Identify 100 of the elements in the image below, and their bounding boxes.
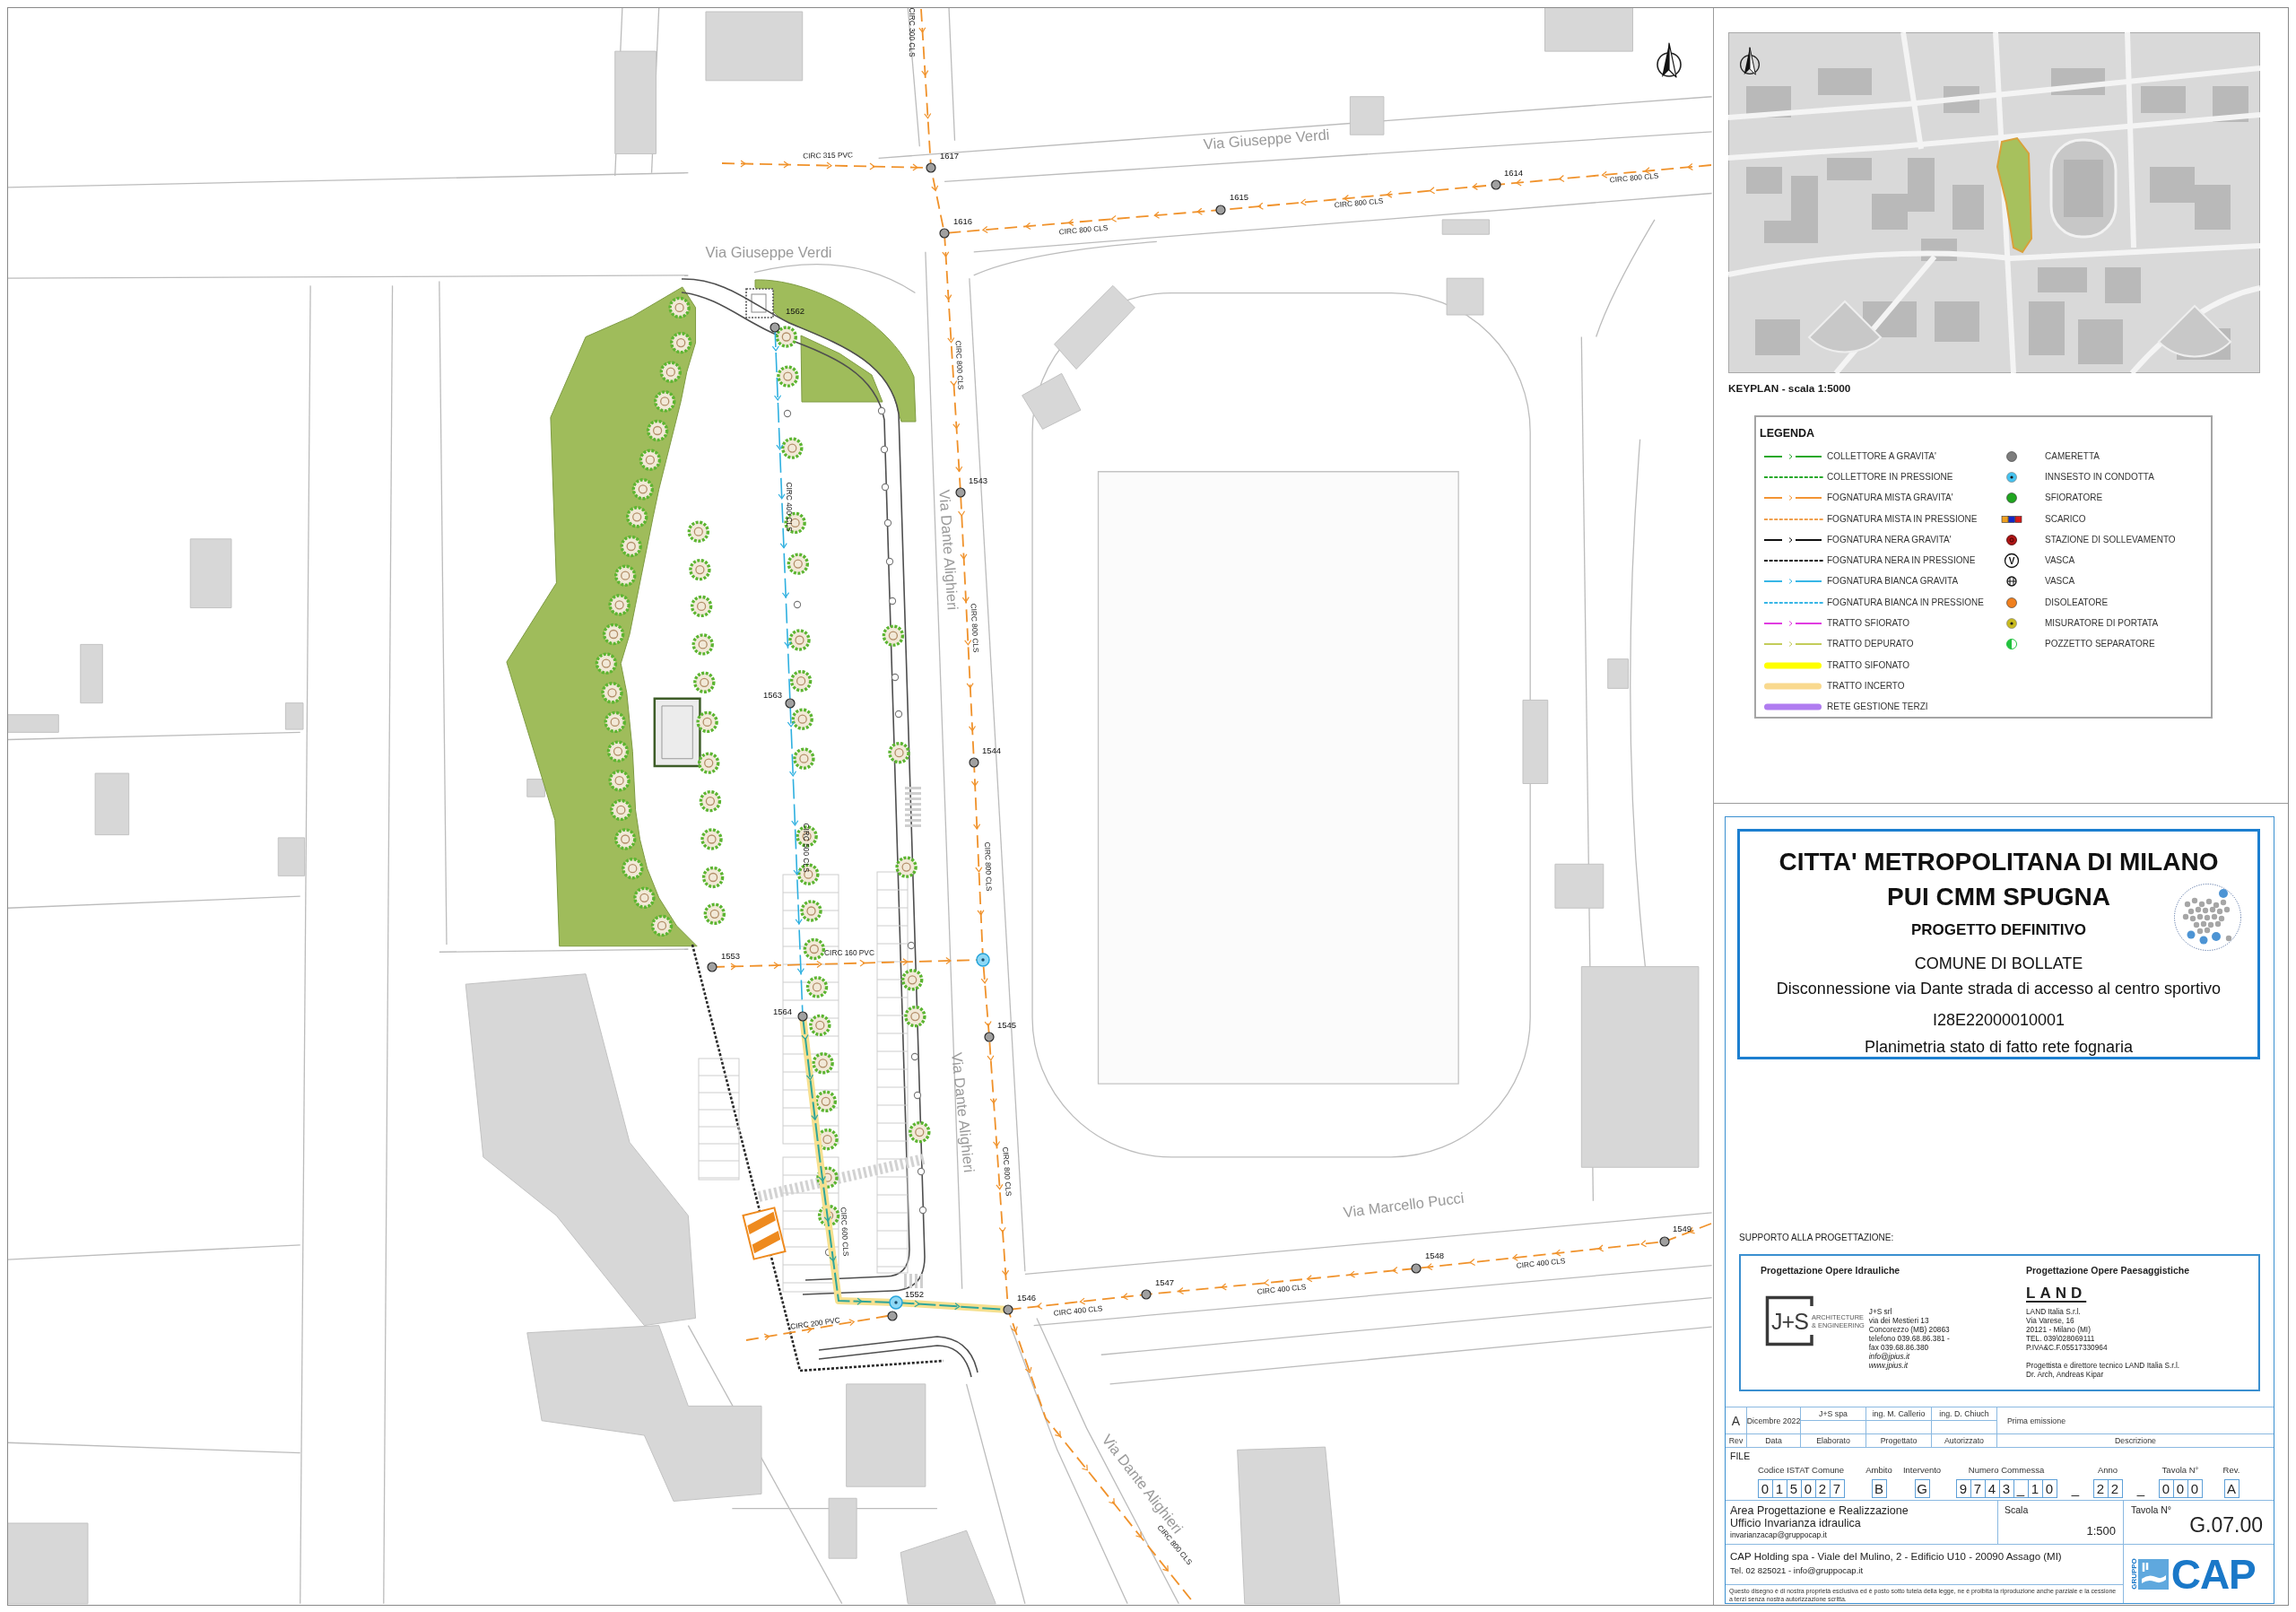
manhole-number: 1553 bbox=[721, 951, 741, 961]
code-box: 0 bbox=[2158, 1479, 2174, 1499]
tree-icon bbox=[699, 789, 722, 813]
project-line: Disconnessione via Dante strada di accesso al centro sportivo bbox=[1776, 978, 2222, 998]
code-box: 7 bbox=[1829, 1479, 1845, 1499]
tree-icon bbox=[805, 976, 829, 998]
manhole-number: 1549 bbox=[1673, 1224, 1692, 1233]
lettered-circle-icon: V bbox=[2004, 553, 2020, 569]
pipe-label: CIRC 800 CLS bbox=[983, 841, 994, 892]
legend-label: POZZETTO SEPARATORE bbox=[2045, 639, 2155, 650]
legend-label: CAMERETTA bbox=[2045, 450, 2100, 462]
manhole-number: 1562 bbox=[786, 306, 805, 316]
code-box: 0 bbox=[2041, 1479, 2057, 1499]
address-line: J+S srl bbox=[1868, 1308, 1893, 1317]
pipe-label: CIRC 200 PVC bbox=[789, 1315, 841, 1331]
code-box: 2 bbox=[2092, 1479, 2109, 1499]
column-header: Progettato bbox=[1866, 1434, 1932, 1449]
tree-icon bbox=[803, 937, 825, 961]
code-field-label: Anno bbox=[2097, 1465, 2118, 1477]
post-marker-icon bbox=[907, 941, 916, 950]
tree-icon bbox=[689, 558, 711, 581]
north-arrow-icon bbox=[1739, 47, 1761, 75]
tree-icon bbox=[775, 326, 797, 348]
pipe-label: CIRC 315 PVC bbox=[803, 150, 853, 161]
manhole-number: 1552 bbox=[905, 1289, 925, 1299]
tree-icon bbox=[816, 1166, 839, 1189]
legend-label: FOGNATURA MISTA IN PRESSIONE bbox=[1827, 513, 1978, 525]
manhole-number: 1615 bbox=[1230, 192, 1249, 202]
code-field-label: Intervento bbox=[1902, 1465, 1942, 1477]
pipe-label: CIRC 800 CLS bbox=[1058, 222, 1109, 237]
manhole-icon bbox=[1215, 205, 1226, 215]
tree-icon bbox=[602, 623, 625, 646]
revision-cell: A bbox=[1726, 1407, 1747, 1435]
manhole-icon bbox=[797, 1011, 808, 1022]
tree-icon bbox=[604, 710, 626, 734]
address-line: 20121 - Milano (MI) bbox=[2026, 1326, 2092, 1335]
crossed-circle-icon bbox=[2006, 576, 2017, 588]
legend-label: TRATTO SFIORATO bbox=[1827, 618, 1910, 629]
firm-role: Progettazione Opere Paesaggistiche bbox=[2026, 1264, 2190, 1277]
address-line: Via Varese, 16 bbox=[2026, 1317, 2075, 1326]
revision-cell: ing. M. Callerio bbox=[1866, 1407, 1932, 1435]
tree-icon bbox=[882, 624, 905, 647]
revision-cell: ing. D. Chiuch bbox=[1932, 1407, 1997, 1435]
legend-label: DISOLEATORE bbox=[2045, 597, 2109, 608]
tree-icon bbox=[668, 296, 691, 319]
manhole-number: 1547 bbox=[1155, 1277, 1175, 1287]
manhole-number: 1546 bbox=[1017, 1293, 1037, 1303]
manhole-icon bbox=[1411, 1263, 1422, 1274]
post-marker-icon bbox=[894, 710, 903, 719]
code-box: 4 bbox=[1984, 1479, 2000, 1499]
building bbox=[1554, 863, 1605, 909]
manhole-icon bbox=[926, 162, 936, 173]
pipe-label: CIRC 600 CLS bbox=[839, 1207, 851, 1257]
manhole-icon bbox=[955, 487, 966, 498]
legend-label: VASCA bbox=[2045, 555, 2075, 567]
company-contact: Tel. 02 825021 - info@gruppocap.it bbox=[1730, 1565, 1864, 1575]
code-box: 0 bbox=[1800, 1479, 1816, 1499]
scale-value: 1:500 bbox=[2086, 1524, 2116, 1538]
tree-icon bbox=[698, 752, 720, 774]
legend-label: INNSESTO IN CONDOTTA bbox=[2045, 471, 2154, 483]
tree-icon bbox=[646, 419, 669, 442]
tree-icon bbox=[654, 390, 676, 413]
tree-icon bbox=[670, 331, 692, 354]
tree-icon bbox=[696, 710, 718, 734]
post-marker-icon bbox=[883, 518, 892, 527]
code-separator: _ bbox=[2136, 1480, 2145, 1499]
tree-icon bbox=[781, 437, 804, 459]
manhole-icon bbox=[887, 1311, 898, 1321]
post-marker-icon bbox=[917, 1167, 926, 1176]
street-name: Via Giuseppe Verdi bbox=[1203, 126, 1330, 152]
project-line: I28E22000010001 bbox=[1932, 1009, 2066, 1030]
tree-icon bbox=[626, 506, 648, 528]
post-marker-icon bbox=[910, 1052, 919, 1061]
tree-icon bbox=[788, 629, 811, 651]
tree-icon bbox=[789, 670, 813, 693]
legend-label: TRATTO DEPURATO bbox=[1827, 639, 1914, 650]
sheet-number: G.07.00 bbox=[2189, 1513, 2263, 1537]
tree-icon bbox=[690, 595, 713, 618]
pipe-label: CIRC 400 CLS bbox=[785, 482, 794, 532]
post-marker-icon bbox=[888, 597, 897, 606]
tree-icon bbox=[895, 856, 918, 878]
legend-label: FOGNATURA NERA IN PRESSIONE bbox=[1827, 555, 1976, 567]
tree-icon bbox=[691, 633, 714, 656]
pipe-label: CIRC 400 CLS bbox=[1257, 1282, 1307, 1296]
code-field-label: Ambito bbox=[1866, 1465, 1892, 1477]
building bbox=[1607, 658, 1630, 689]
tree-icon bbox=[800, 900, 822, 922]
tree-icon bbox=[614, 828, 637, 850]
legend-title: LEGENDA bbox=[1760, 426, 1815, 440]
colour-squares-icon bbox=[2001, 515, 2022, 523]
column-header: Data bbox=[1747, 1434, 1801, 1449]
building bbox=[828, 1497, 857, 1559]
tree-icon bbox=[700, 828, 723, 850]
code-box: 5 bbox=[1786, 1479, 1802, 1499]
office-name: Area Progettazione e Realizzazione bbox=[1730, 1504, 1909, 1517]
column-header: Autorizzato bbox=[1932, 1434, 1997, 1449]
address-line: fax 039.68.86.380 bbox=[1868, 1344, 1930, 1353]
manhole-icon bbox=[785, 698, 796, 709]
manhole-icon bbox=[969, 757, 979, 768]
post-marker-icon bbox=[783, 409, 792, 418]
